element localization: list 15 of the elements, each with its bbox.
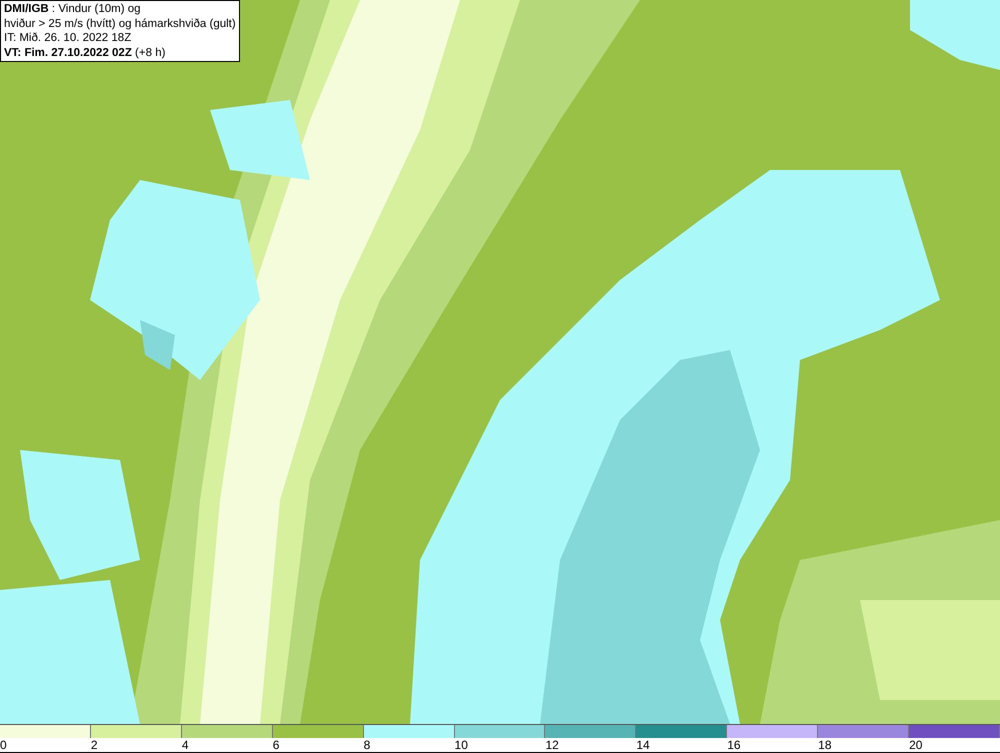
legend-label: 4: [182, 738, 188, 753]
title-line: DMI/IGB : Vindur (10m) og: [4, 2, 142, 16]
legend-label: 16: [727, 738, 741, 753]
legend-label: 6: [272, 738, 280, 753]
title-line: IT: Mið. 26. 10. 2022 18Z: [4, 31, 132, 46]
legend-label: 14: [636, 738, 650, 753]
legend-label: 20: [909, 738, 922, 753]
title-line: VT: Fim. 27.10.2022 02Z (+8 h): [4, 46, 166, 60]
legend-label: 0: [0, 738, 7, 753]
legend-label: 8: [364, 738, 370, 753]
legend-label: 12: [545, 738, 559, 753]
legend-label: 10: [454, 738, 468, 753]
legend-label: 18: [818, 738, 832, 753]
legend-label: 2: [90, 738, 98, 753]
title-line: hviður > 25 m/s (hvítt) og hámarkshviða (gult): [4, 16, 236, 31]
